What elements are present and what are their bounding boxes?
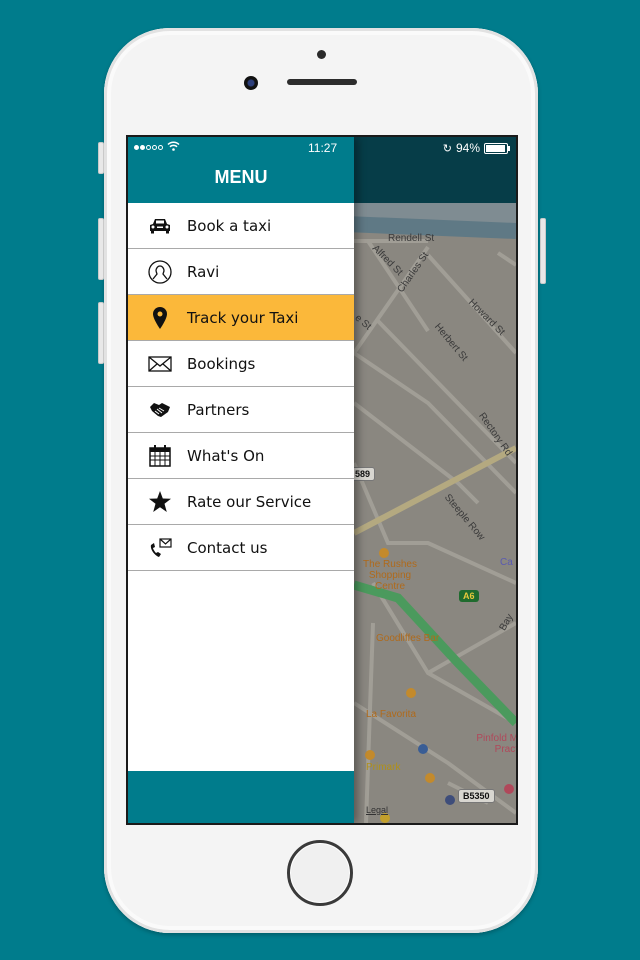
- user-icon: [148, 259, 172, 284]
- menu-list: Book a taxi Ravi Track your Taxi Booking…: [128, 203, 354, 571]
- calendar-icon: [148, 444, 172, 467]
- street-label: Rendell St: [388, 233, 435, 244]
- menu-item-contact-us[interactable]: Contact us: [128, 525, 354, 571]
- medical-poi-icon[interactable]: [504, 784, 514, 794]
- menu-item-label: Partners: [187, 400, 250, 419]
- menu-item-bookings[interactable]: Bookings: [128, 341, 354, 387]
- menu-item-whats-on[interactable]: What's On: [128, 433, 354, 479]
- car-icon: [148, 215, 172, 237]
- poi-label: La Favorita: [366, 709, 417, 720]
- battery-fill: [486, 144, 505, 152]
- battery-icon: [484, 142, 510, 154]
- post-poi-icon[interactable]: [445, 795, 455, 805]
- volume-up-button: [98, 218, 104, 280]
- poi-label: Primark: [366, 762, 401, 773]
- status-left: [134, 141, 180, 154]
- signal-dot: [140, 145, 145, 150]
- home-button[interactable]: [287, 840, 353, 906]
- legal-link[interactable]: Legal: [366, 805, 388, 815]
- map-pin-icon: [148, 306, 172, 329]
- menu-item-label: Track your Taxi: [187, 308, 299, 327]
- menu-item-label: Bookings: [187, 354, 256, 373]
- front-camera: [244, 76, 258, 90]
- drawer-header: 11:27 MENU: [128, 137, 354, 203]
- status-right: ↻ 94%: [442, 141, 510, 155]
- menu-item-label: Contact us: [187, 538, 268, 557]
- poi-label: Goodliffes Bar: [376, 633, 440, 644]
- menu-item-book-a-taxi[interactable]: Book a taxi: [128, 203, 354, 249]
- partial-label: Ca: [500, 557, 513, 568]
- power-button: [540, 218, 546, 284]
- menu-item-profile[interactable]: Ravi: [128, 249, 354, 295]
- signal-dot: [152, 145, 157, 150]
- bus-poi-icon[interactable]: [418, 744, 428, 754]
- side-menu-drawer: 11:27 MENU Book a taxi Ravi Track your T…: [128, 137, 354, 823]
- mute-switch: [98, 142, 104, 174]
- star-icon: [148, 491, 172, 513]
- signal-dot: [134, 145, 139, 150]
- menu-item-label: Ravi: [187, 262, 220, 281]
- status-time: 11:27: [308, 141, 338, 155]
- phone-mail-icon: [148, 537, 172, 559]
- signal-dot: [158, 145, 163, 150]
- phone-screen: ↻ 94% Rendell St Alfred St Charles St Ho…: [126, 135, 518, 825]
- signal-dot: [146, 145, 151, 150]
- menu-item-label: Book a taxi: [187, 216, 272, 235]
- menu-item-track-your-taxi[interactable]: Track your Taxi: [128, 295, 354, 341]
- food-poi-icon[interactable]: [365, 750, 375, 760]
- poi-label: Pinfold M Pract: [476, 733, 518, 755]
- menu-item-rate-our-service[interactable]: Rate our Service: [128, 479, 354, 525]
- drawer-footer: [128, 771, 354, 823]
- rotation-lock-icon: ↻: [442, 142, 452, 155]
- volume-down-button: [98, 302, 104, 364]
- battery-percent: 94%: [455, 141, 480, 155]
- poi-label: The Rushes Shopping Centre: [363, 559, 417, 592]
- handshake-icon: [148, 399, 172, 421]
- map-header: ↻ 94%: [354, 137, 516, 203]
- shopping-poi-icon[interactable]: [379, 548, 389, 558]
- bar-poi-icon[interactable]: [406, 688, 416, 698]
- menu-item-label: Rate our Service: [187, 492, 312, 511]
- restaurant-poi-icon[interactable]: [425, 773, 435, 783]
- front-sensor: [317, 50, 326, 59]
- road-shield-a6: A6: [459, 590, 479, 602]
- earpiece-speaker: [287, 79, 357, 85]
- wifi-icon: [167, 141, 180, 154]
- menu-item-label: What's On: [187, 446, 265, 465]
- road-shield-b5350: B5350: [458, 789, 495, 803]
- envelope-icon: [148, 353, 172, 375]
- signal-strength-icon: [134, 145, 163, 150]
- menu-item-partners[interactable]: Partners: [128, 387, 354, 433]
- menu-title: MENU: [214, 167, 268, 187]
